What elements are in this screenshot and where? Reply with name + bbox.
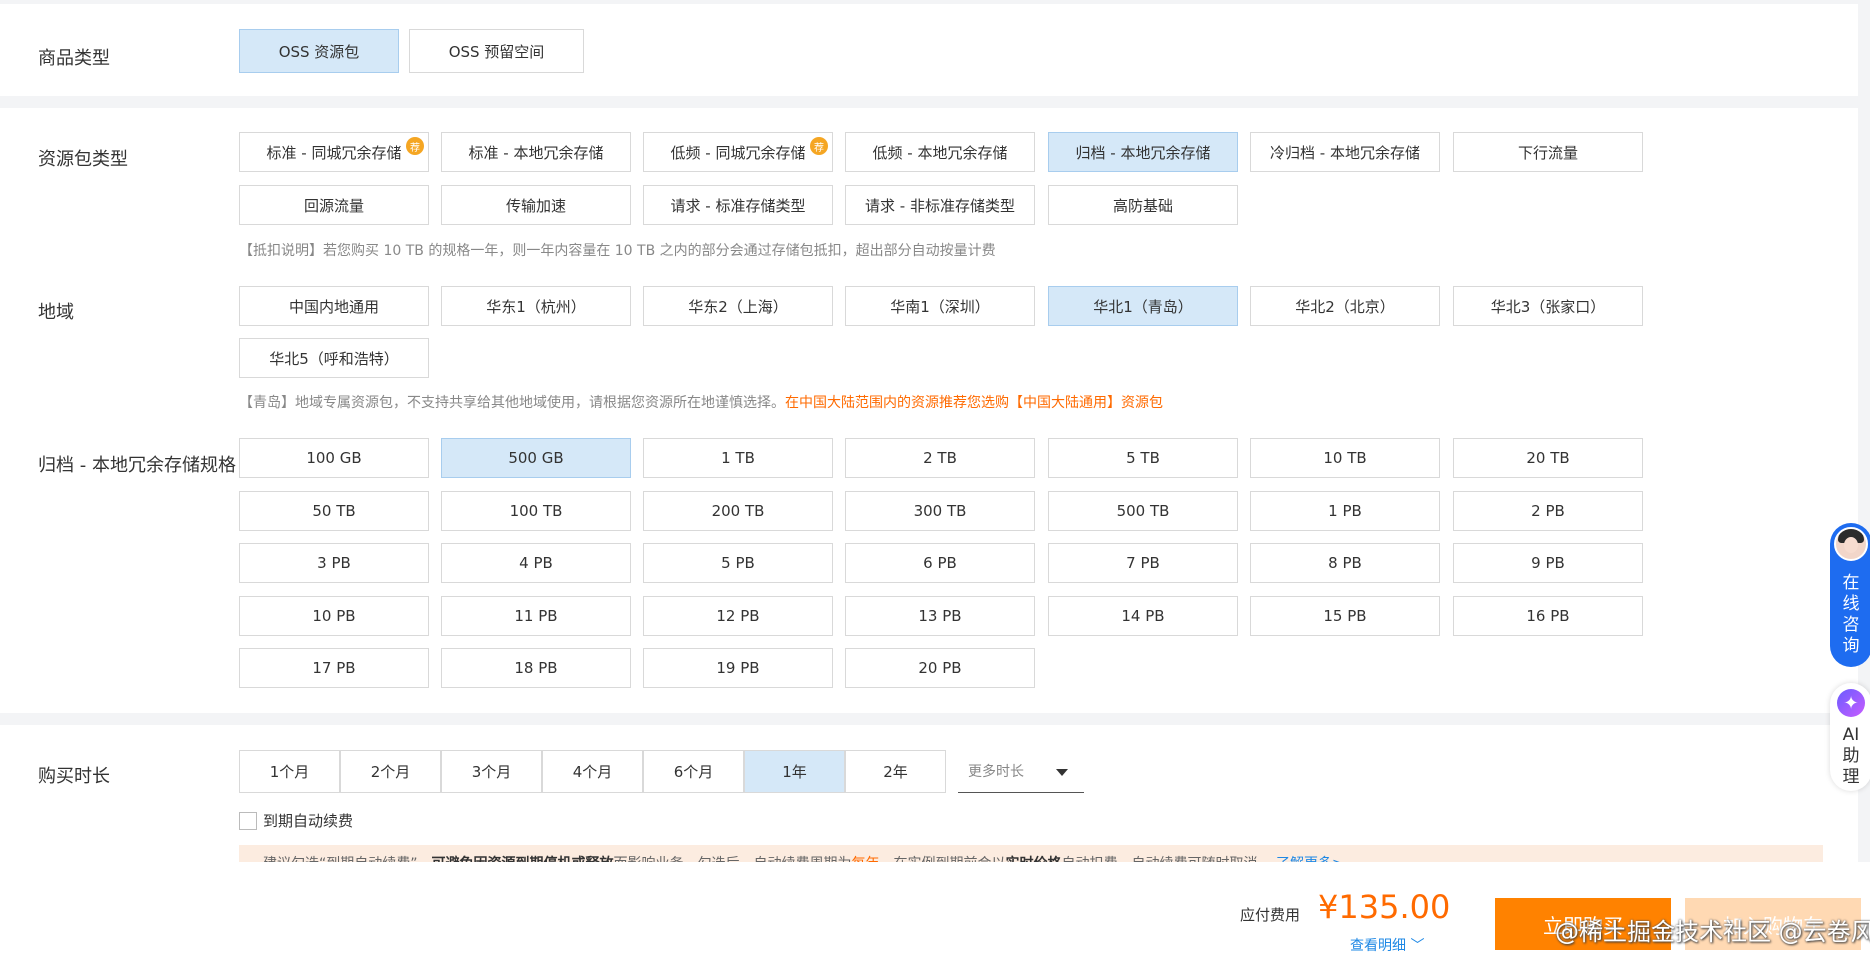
region-option-zhangjiakou[interactable]: 华北3（张家口） [1453,286,1643,326]
region-option-shanghai[interactable]: 华东2（上海） [643,286,833,326]
spec-option[interactable]: 12 PB [643,596,833,636]
spec-option[interactable]: 2 TB [845,438,1035,478]
package-option-ia-lrs[interactable]: 低频 - 本地冗余存储 [845,132,1035,172]
ai-sparkle-icon: ✦ [1837,689,1865,717]
package-option-label: 标准 - 同城冗余存储 [266,143,402,162]
spec-option[interactable]: 4 PB [441,543,631,583]
fee-amount: ¥135.00 [1318,888,1451,926]
duration-option-2-years[interactable]: 2年 [845,750,946,793]
spec-option[interactable]: 100 TB [441,491,631,531]
more-duration-label: 更多时长 [968,764,1024,780]
auto-renew-label: 到期自动续费 [263,812,354,830]
checkbox-box[interactable] [239,811,257,830]
duration-section: 购买时长 1个月 2个月 3个月 4个月 6个月 1年 2年 更多时长 到期自动… [0,725,1858,865]
spec-option[interactable]: 1 PB [1250,491,1440,531]
package-option-archive-lrs[interactable]: 归档 - 本地冗余存储 [1048,132,1238,172]
package-option-anti-ddos-basic[interactable]: 高防基础 [1048,185,1238,225]
spec-option[interactable]: 20 PB [845,648,1035,688]
package-option-request-nonstandard[interactable]: 请求 - 非标准存储类型 [845,185,1035,225]
spec-option[interactable]: 20 TB [1453,438,1643,478]
region-option-qingdao[interactable]: 华北1（青岛） [1048,286,1238,326]
duration-option-3-months[interactable]: 3个月 [441,750,542,793]
avatar [1834,527,1868,561]
duration-option-1-month[interactable]: 1个月 [239,750,340,793]
region-option-hohhot[interactable]: 华北5（呼和浩特） [239,338,429,378]
spec-option[interactable]: 17 PB [239,648,429,688]
package-option-label: 低频 - 同城冗余存储 [670,143,806,162]
spec-option[interactable]: 14 PB [1048,596,1238,636]
spec-option[interactable]: 10 TB [1250,438,1440,478]
view-details-link[interactable]: 查看明细 ﹀ [1350,935,1424,955]
chevron-down-icon: ﹀ [1410,938,1425,954]
duration-option-2-months[interactable]: 2个月 [340,750,441,793]
ai-assistant-widget[interactable]: ✦ AI 助理 [1830,683,1870,791]
spec-option[interactable]: 50 TB [239,491,429,531]
spec-option[interactable]: 3 PB [239,543,429,583]
spec-option[interactable]: 19 PB [643,648,833,688]
fee-label: 应付费用 [1240,906,1301,924]
auto-renew-checkbox[interactable]: 到期自动续费 [239,810,353,831]
view-details-label: 查看明细 [1350,938,1406,954]
package-option-transfer-acceleration[interactable]: 传输加速 [441,185,631,225]
duration-option-4-months[interactable]: 4个月 [542,750,643,793]
spec-option[interactable]: 8 PB [1250,543,1440,583]
package-option-standard-lrs[interactable]: 标准 - 本地冗余存储 [441,132,631,172]
option-oss-resource-pack[interactable]: OSS 资源包 [239,29,399,73]
online-consult-label: 在线咨询 [1842,573,1860,656]
online-consult-widget[interactable]: 在线咨询 [1830,523,1870,667]
region-hint-highlight: 在中国大陆范围内的资源推荐您选购【中国大陆通用】资源包 [785,395,1163,411]
watermark: @稀土掘金技术社区 @云卷风舒 [1555,918,1870,946]
spec-option[interactable]: 18 PB [441,648,631,688]
option-oss-reserved-space[interactable]: OSS 预留空间 [409,29,584,73]
region-option-shenzhen[interactable]: 华南1（深圳） [845,286,1035,326]
region-option-hangzhou[interactable]: 华东1（杭州） [441,286,631,326]
package-option-cold-archive-lrs[interactable]: 冷归档 - 本地冗余存储 [1250,132,1440,172]
package-option-outbound-traffic[interactable]: 下行流量 [1453,132,1643,172]
spec-option[interactable]: 16 PB [1453,596,1643,636]
product-type-section: 商品类型 OSS 资源包 OSS 预留空间 [0,4,1858,96]
package-option-standard-zrs[interactable]: 标准 - 同城冗余存储 荐 [239,132,429,172]
caret-down-icon [1056,769,1068,776]
region-hint-text: 【青岛】地域专属资源包，不支持共享给其他地域使用，请根据您资源所在地谨慎选择。 [239,395,785,411]
package-type-label: 资源包类型 [38,149,128,170]
spec-option[interactable]: 5 PB [643,543,833,583]
spec-option[interactable]: 10 PB [239,596,429,636]
spec-option[interactable]: 9 PB [1453,543,1643,583]
duration-option-1-year[interactable]: 1年 [744,750,845,793]
spec-option[interactable]: 13 PB [845,596,1035,636]
spec-option[interactable]: 500 TB [1048,491,1238,531]
spec-option[interactable]: 11 PB [441,596,631,636]
spec-option[interactable]: 200 TB [643,491,833,531]
checkout-bar: 应付费用 ¥135.00 查看明细 ﹀ 立即购买 加入购物车 @稀土掘金技术社区… [0,862,1870,965]
region-label: 地域 [38,302,74,323]
recommend-badge: 荐 [810,137,828,155]
more-duration-dropdown[interactable]: 更多时长 [958,750,1084,793]
deduction-hint: 【抵扣说明】若您购买 10 TB 的规格一年，则一年内容量在 10 TB 之内的… [239,243,996,259]
package-option-origin-traffic[interactable]: 回源流量 [239,185,429,225]
spec-option[interactable]: 300 TB [845,491,1035,531]
duration-option-6-months[interactable]: 6个月 [643,750,744,793]
region-option-beijing[interactable]: 华北2（北京） [1250,286,1440,326]
region-hint: 【青岛】地域专属资源包，不支持共享给其他地域使用，请根据您资源所在地谨慎选择。在… [239,392,1163,412]
spec-option[interactable]: 1 TB [643,438,833,478]
ai-assistant-label: AI 助理 [1842,725,1860,787]
spec-option[interactable]: 15 PB [1250,596,1440,636]
package-option-request-standard[interactable]: 请求 - 标准存储类型 [643,185,833,225]
config-section: 资源包类型 标准 - 同城冗余存储 荐 标准 - 本地冗余存储 低频 - 同城冗… [0,108,1858,713]
spec-option[interactable]: 500 GB [441,438,631,478]
spec-label: 归档 - 本地冗余存储规格 [38,455,236,476]
package-option-ia-zrs[interactable]: 低频 - 同城冗余存储 荐 [643,132,833,172]
spec-option[interactable]: 7 PB [1048,543,1238,583]
spec-option[interactable]: 2 PB [1453,491,1643,531]
region-option-mainland[interactable]: 中国内地通用 [239,286,429,326]
spec-option[interactable]: 5 TB [1048,438,1238,478]
recommend-badge: 荐 [406,137,424,155]
spec-option[interactable]: 100 GB [239,438,429,478]
product-type-label: 商品类型 [38,48,110,69]
duration-label: 购买时长 [38,766,110,787]
spec-option[interactable]: 6 PB [845,543,1035,583]
